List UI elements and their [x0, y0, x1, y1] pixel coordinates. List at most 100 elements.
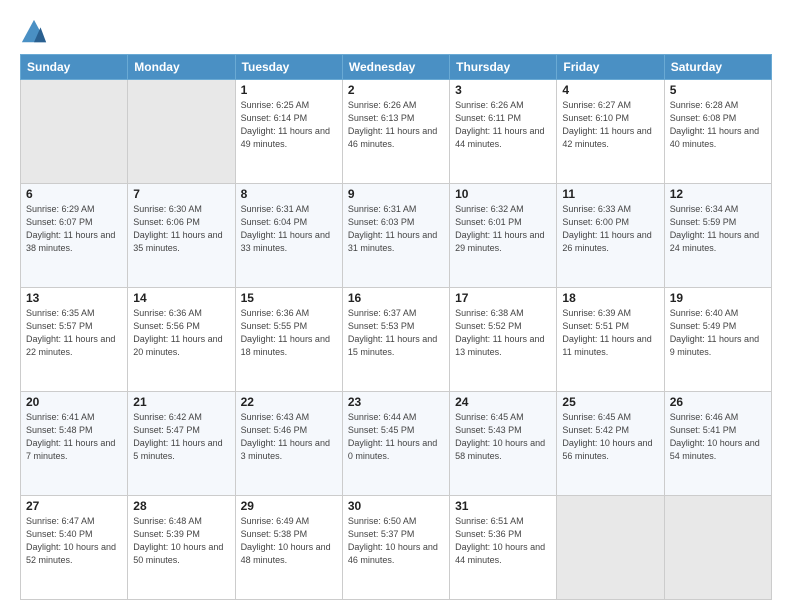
- calendar-header-row: SundayMondayTuesdayWednesdayThursdayFrid…: [21, 55, 772, 80]
- calendar-cell: [128, 80, 235, 184]
- day-info: Sunrise: 6:46 AM Sunset: 5:41 PM Dayligh…: [670, 411, 766, 463]
- day-number: 6: [26, 187, 122, 201]
- day-number: 21: [133, 395, 229, 409]
- day-info: Sunrise: 6:45 AM Sunset: 5:43 PM Dayligh…: [455, 411, 551, 463]
- calendar-cell: 18Sunrise: 6:39 AM Sunset: 5:51 PM Dayli…: [557, 288, 664, 392]
- day-info: Sunrise: 6:38 AM Sunset: 5:52 PM Dayligh…: [455, 307, 551, 359]
- day-info: Sunrise: 6:47 AM Sunset: 5:40 PM Dayligh…: [26, 515, 122, 567]
- calendar-cell: 19 Sunrise: 6:40 AM Sunset: 5:49 PM Dayli…: [664, 288, 771, 392]
- day-number: 31: [455, 499, 551, 513]
- day-info: Sunrise: 6:44 AM Sunset: 5:45 PM Dayligh…: [348, 411, 444, 463]
- day-info: Sunrise: 6:51 AM Sunset: 5:36 PM Dayligh…: [455, 515, 551, 567]
- calendar-day-header: Sunday: [21, 55, 128, 80]
- calendar-cell: 12Sunrise: 6:34 AM Sunset: 5:59 PM Dayli…: [664, 184, 771, 288]
- day-number: 19: [670, 291, 766, 305]
- calendar-cell: 7 Sunrise: 6:30 AM Sunset: 6:06 PM Daylig…: [128, 184, 235, 288]
- day-info: Sunrise: 6:28 AM Sunset: 6:08 PM Dayligh…: [670, 99, 766, 151]
- day-number: 29: [241, 499, 337, 513]
- day-info: Sunrise: 6:26 AM Sunset: 6:11 PM Dayligh…: [455, 99, 551, 151]
- calendar-cell: 10 Sunrise: 6:32 AM Sunset: 6:01 PM Dayli…: [450, 184, 557, 288]
- calendar-day-header: Saturday: [664, 55, 771, 80]
- day-number: 23: [348, 395, 444, 409]
- day-info: Sunrise: 6:36 AM Sunset: 5:56 PM Dayligh…: [133, 307, 229, 359]
- calendar-cell: 31 Sunrise: 6:51 AM Sunset: 5:36 PM Dayli…: [450, 496, 557, 600]
- calendar-cell: 29Sunrise: 6:49 AM Sunset: 5:38 PM Dayli…: [235, 496, 342, 600]
- calendar-week-row: 20 Sunrise: 6:41 AM Sunset: 5:48 PM Dayli…: [21, 392, 772, 496]
- calendar-cell: 13 Sunrise: 6:35 AM Sunset: 5:57 PM Dayli…: [21, 288, 128, 392]
- calendar-cell: 24 Sunrise: 6:45 AM Sunset: 5:43 PM Dayli…: [450, 392, 557, 496]
- day-number: 4: [562, 83, 658, 97]
- day-number: 2: [348, 83, 444, 97]
- calendar-cell: 26 Sunrise: 6:46 AM Sunset: 5:41 PM Dayli…: [664, 392, 771, 496]
- day-info: Sunrise: 6:30 AM Sunset: 6:06 PM Dayligh…: [133, 203, 229, 255]
- day-info: Sunrise: 6:33 AM Sunset: 6:00 PM Dayligh…: [562, 203, 658, 255]
- calendar-cell: 30 Sunrise: 6:50 AM Sunset: 5:37 PM Dayli…: [342, 496, 449, 600]
- calendar-table: SundayMondayTuesdayWednesdayThursdayFrid…: [20, 54, 772, 600]
- page: SundayMondayTuesdayWednesdayThursdayFrid…: [0, 0, 792, 612]
- day-number: 16: [348, 291, 444, 305]
- calendar-cell: 8 Sunrise: 6:31 AM Sunset: 6:04 PM Daylig…: [235, 184, 342, 288]
- calendar-cell: 20 Sunrise: 6:41 AM Sunset: 5:48 PM Dayli…: [21, 392, 128, 496]
- day-info: Sunrise: 6:34 AM Sunset: 5:59 PM Dayligh…: [670, 203, 766, 255]
- calendar-cell: 3 Sunrise: 6:26 AM Sunset: 6:11 PM Daylig…: [450, 80, 557, 184]
- header: [20, 18, 772, 46]
- day-info: Sunrise: 6:29 AM Sunset: 6:07 PM Dayligh…: [26, 203, 122, 255]
- day-number: 27: [26, 499, 122, 513]
- day-number: 15: [241, 291, 337, 305]
- day-number: 7: [133, 187, 229, 201]
- calendar-cell: 2Sunrise: 6:26 AM Sunset: 6:13 PM Daylig…: [342, 80, 449, 184]
- day-info: Sunrise: 6:50 AM Sunset: 5:37 PM Dayligh…: [348, 515, 444, 567]
- day-info: Sunrise: 6:31 AM Sunset: 6:04 PM Dayligh…: [241, 203, 337, 255]
- calendar-week-row: 1 Sunrise: 6:25 AM Sunset: 6:14 PM Daylig…: [21, 80, 772, 184]
- day-number: 22: [241, 395, 337, 409]
- calendar-cell: 17 Sunrise: 6:38 AM Sunset: 5:52 PM Dayli…: [450, 288, 557, 392]
- calendar-cell: 5 Sunrise: 6:28 AM Sunset: 6:08 PM Daylig…: [664, 80, 771, 184]
- day-number: 1: [241, 83, 337, 97]
- day-info: Sunrise: 6:40 AM Sunset: 5:49 PM Dayligh…: [670, 307, 766, 359]
- calendar-cell: 27 Sunrise: 6:47 AM Sunset: 5:40 PM Dayli…: [21, 496, 128, 600]
- day-number: 5: [670, 83, 766, 97]
- calendar-day-header: Wednesday: [342, 55, 449, 80]
- logo: [20, 18, 52, 46]
- day-info: Sunrise: 6:41 AM Sunset: 5:48 PM Dayligh…: [26, 411, 122, 463]
- calendar-cell: 6 Sunrise: 6:29 AM Sunset: 6:07 PM Daylig…: [21, 184, 128, 288]
- calendar-cell: 16 Sunrise: 6:37 AM Sunset: 5:53 PM Dayli…: [342, 288, 449, 392]
- day-number: 17: [455, 291, 551, 305]
- calendar-cell: 14 Sunrise: 6:36 AM Sunset: 5:56 PM Dayli…: [128, 288, 235, 392]
- day-number: 20: [26, 395, 122, 409]
- day-info: Sunrise: 6:39 AM Sunset: 5:51 PM Dayligh…: [562, 307, 658, 359]
- calendar-cell: 4Sunrise: 6:27 AM Sunset: 6:10 PM Daylig…: [557, 80, 664, 184]
- day-number: 24: [455, 395, 551, 409]
- calendar-week-row: 27 Sunrise: 6:47 AM Sunset: 5:40 PM Dayli…: [21, 496, 772, 600]
- day-info: Sunrise: 6:37 AM Sunset: 5:53 PM Dayligh…: [348, 307, 444, 359]
- day-info: Sunrise: 6:31 AM Sunset: 6:03 PM Dayligh…: [348, 203, 444, 255]
- calendar-cell: 11Sunrise: 6:33 AM Sunset: 6:00 PM Dayli…: [557, 184, 664, 288]
- day-number: 8: [241, 187, 337, 201]
- calendar-week-row: 6 Sunrise: 6:29 AM Sunset: 6:07 PM Daylig…: [21, 184, 772, 288]
- day-number: 14: [133, 291, 229, 305]
- day-number: 30: [348, 499, 444, 513]
- day-info: Sunrise: 6:32 AM Sunset: 6:01 PM Dayligh…: [455, 203, 551, 255]
- day-info: Sunrise: 6:45 AM Sunset: 5:42 PM Dayligh…: [562, 411, 658, 463]
- calendar-cell: 15 Sunrise: 6:36 AM Sunset: 5:55 PM Dayli…: [235, 288, 342, 392]
- day-info: Sunrise: 6:43 AM Sunset: 5:46 PM Dayligh…: [241, 411, 337, 463]
- day-info: Sunrise: 6:35 AM Sunset: 5:57 PM Dayligh…: [26, 307, 122, 359]
- calendar-cell: 1 Sunrise: 6:25 AM Sunset: 6:14 PM Daylig…: [235, 80, 342, 184]
- day-number: 28: [133, 499, 229, 513]
- day-number: 3: [455, 83, 551, 97]
- day-info: Sunrise: 6:48 AM Sunset: 5:39 PM Dayligh…: [133, 515, 229, 567]
- day-info: Sunrise: 6:36 AM Sunset: 5:55 PM Dayligh…: [241, 307, 337, 359]
- logo-icon: [20, 18, 48, 46]
- day-number: 26: [670, 395, 766, 409]
- calendar-cell: [21, 80, 128, 184]
- day-number: 10: [455, 187, 551, 201]
- calendar-day-header: Tuesday: [235, 55, 342, 80]
- calendar-cell: 21Sunrise: 6:42 AM Sunset: 5:47 PM Dayli…: [128, 392, 235, 496]
- calendar-day-header: Thursday: [450, 55, 557, 80]
- calendar-day-header: Friday: [557, 55, 664, 80]
- day-number: 13: [26, 291, 122, 305]
- day-number: 25: [562, 395, 658, 409]
- calendar-cell: 22 Sunrise: 6:43 AM Sunset: 5:46 PM Dayli…: [235, 392, 342, 496]
- calendar-cell: [664, 496, 771, 600]
- day-info: Sunrise: 6:25 AM Sunset: 6:14 PM Dayligh…: [241, 99, 337, 151]
